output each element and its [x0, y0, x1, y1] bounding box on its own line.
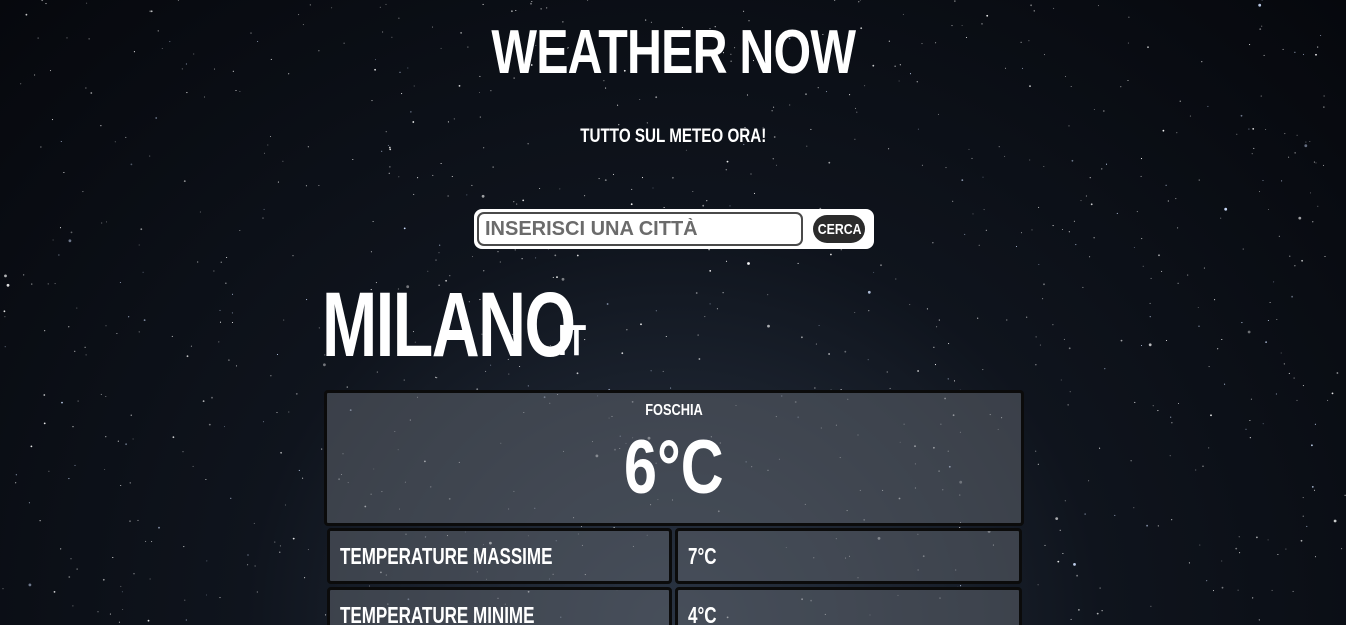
- min-temperature-label: TEMPERATURE MINIME: [327, 587, 672, 625]
- city-name: MILANO: [322, 274, 576, 376]
- max-temperature-value: 7°C: [675, 528, 1022, 584]
- max-temperature-label-text: TEMPERATURE MASSIME: [340, 542, 553, 569]
- max-temperature-value-text: 7°C: [688, 542, 717, 569]
- current-temperature: 6°C: [327, 425, 1021, 511]
- country-code: IT: [558, 316, 587, 365]
- city-search-input[interactable]: [477, 212, 803, 246]
- starry-sky-background: [2, 0, 1346, 623]
- search-button[interactable]: CERCA: [813, 215, 865, 243]
- weather-condition-text: FOSCHIA: [645, 402, 703, 419]
- max-temperature-label: TEMPERATURE MASSIME: [327, 528, 672, 584]
- min-temperature-label-text: TEMPERATURE MINIME: [340, 601, 535, 625]
- min-temperature-value-text: 4°C: [688, 601, 717, 625]
- min-temperature-value: 4°C: [675, 587, 1022, 625]
- page-subtitle: TUTTO SUL METEO ORA!: [0, 125, 1346, 149]
- weather-condition: FOSCHIA: [327, 401, 1021, 421]
- current-temperature-text: 6°C: [624, 425, 724, 510]
- page-title-text: WEATHER NOW: [491, 18, 856, 87]
- search-bar: CERCA: [474, 209, 874, 249]
- page-title: WEATHER NOW: [0, 20, 1346, 86]
- page-subtitle-text: TUTTO SUL METEO ORA!: [579, 126, 767, 147]
- location-heading: MILANO IT: [322, 274, 673, 376]
- current-weather-card: FOSCHIA 6°C: [324, 390, 1024, 526]
- search-button-label: CERCA: [817, 220, 862, 238]
